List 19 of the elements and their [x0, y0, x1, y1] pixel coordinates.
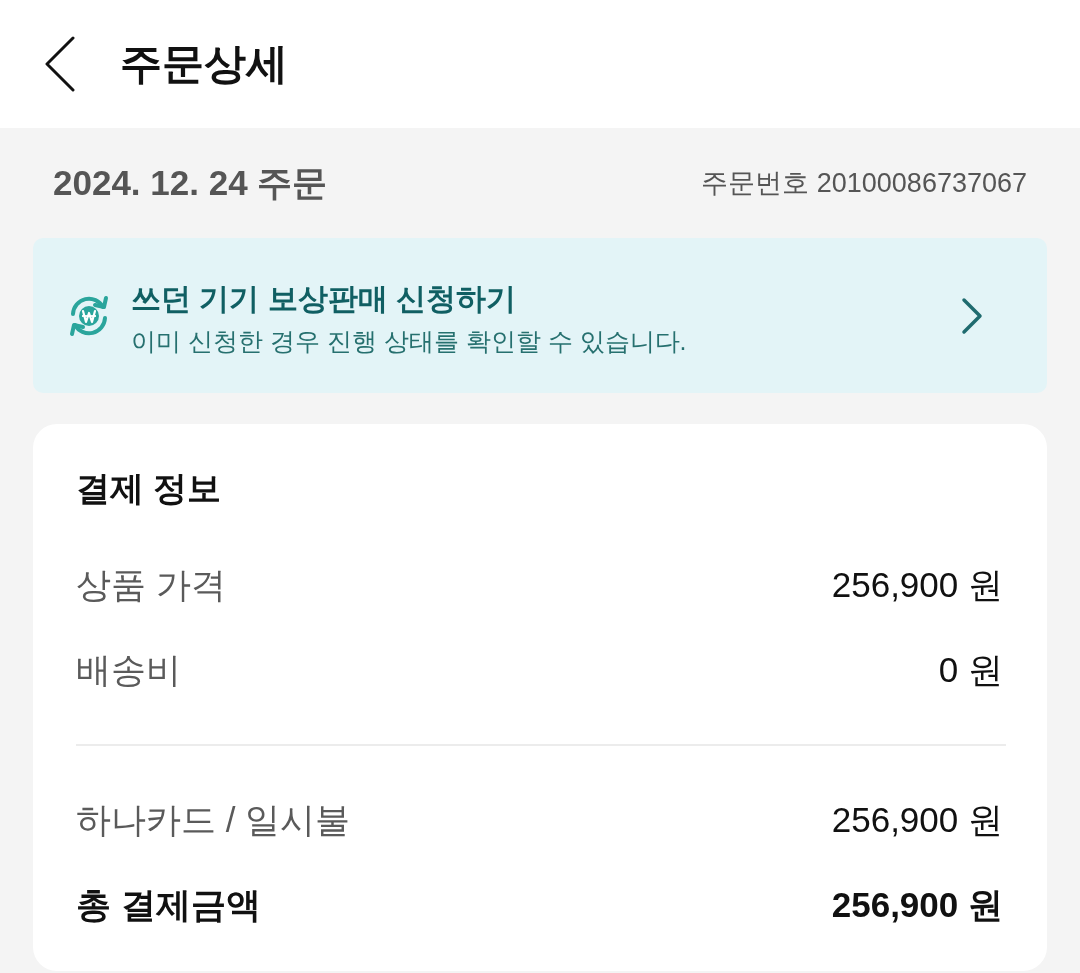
trade-in-banner[interactable]: 쓰던 기기 보상판매 신청하기 이미 신청한 경우 진행 상태를 확인할 수 있습니다.	[33, 238, 1047, 393]
payment-label: 배송비	[76, 648, 181, 691]
payment-amount: 256,900 원	[831, 798, 1003, 841]
payment-amount: 256,900 원	[831, 563, 1003, 606]
payment-label: 하나카드 / 일시불	[76, 798, 351, 841]
payment-label: 상품 가격	[76, 563, 226, 606]
page-title: 주문상세	[120, 38, 288, 89]
order-number: 주문번호 20100086737067	[701, 167, 1027, 200]
banner-title: 쓰던 기기 보상판매 신청하기	[131, 280, 516, 317]
payment-amount: 0 원	[938, 648, 1003, 691]
back-button[interactable]	[44, 36, 76, 92]
order-date: 2024. 12. 24 주문	[53, 161, 328, 204]
banner-subtitle: 이미 신청한 경우 진행 상태를 확인할 수 있습니다.	[131, 326, 687, 357]
back-icon	[44, 36, 76, 92]
total-label: 총 결제금액	[76, 883, 261, 926]
currency-exchange-icon	[67, 293, 111, 338]
chevron-right-icon	[961, 296, 983, 335]
section-title: 결제 정보	[76, 468, 222, 509]
total-amount: 256,900 원	[831, 883, 1003, 926]
